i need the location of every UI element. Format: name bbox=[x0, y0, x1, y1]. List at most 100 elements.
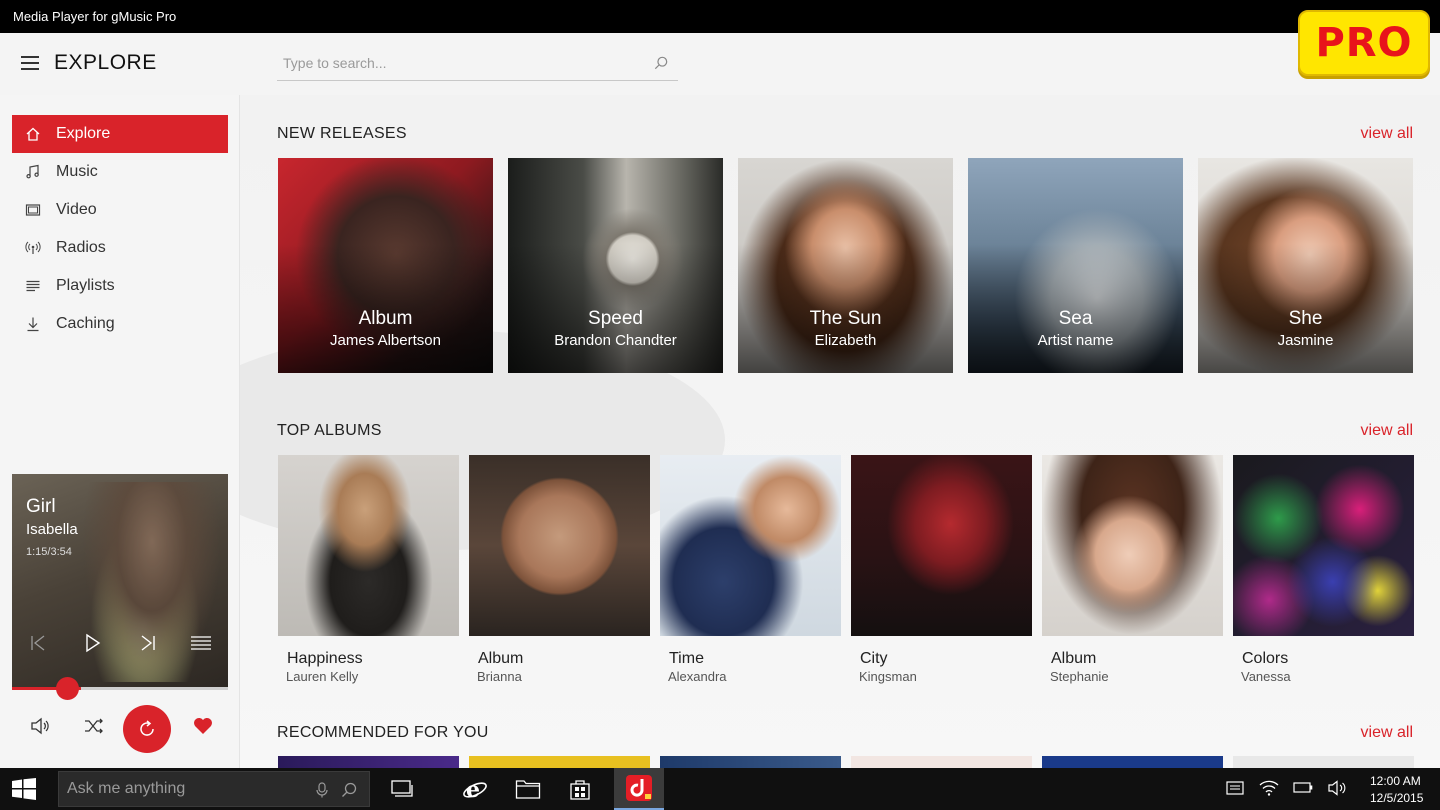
album-cover[interactable] bbox=[1233, 455, 1414, 636]
microphone-icon[interactable] bbox=[315, 782, 329, 798]
store-button[interactable] bbox=[567, 776, 593, 802]
wifi-icon bbox=[1259, 780, 1279, 796]
section-title-recommended: RECOMMENDED FOR YOU bbox=[277, 724, 489, 741]
new-release-tile[interactable]: The Sun Elizabeth bbox=[738, 158, 953, 373]
sidebar-item-explore[interactable]: Explore bbox=[12, 115, 228, 153]
skip-previous-icon bbox=[31, 635, 45, 651]
album-artist: Stephanie bbox=[1050, 669, 1109, 684]
page-title: EXPLORE bbox=[54, 51, 157, 74]
internet-explorer-icon: e bbox=[463, 777, 487, 802]
sidebar-item-radios[interactable]: Radios bbox=[12, 229, 228, 267]
now-playing-title: Girl bbox=[26, 496, 56, 517]
next-button[interactable] bbox=[137, 632, 159, 654]
home-icon bbox=[24, 125, 42, 143]
search-icon[interactable] bbox=[341, 782, 357, 798]
file-explorer-button[interactable] bbox=[515, 776, 541, 802]
section-title-new-releases: NEW RELEASES bbox=[277, 125, 407, 142]
sidebar-item-playlists[interactable]: Playlists bbox=[12, 267, 228, 305]
recommended-cover[interactable] bbox=[1233, 756, 1414, 768]
battery-icon bbox=[1293, 782, 1313, 793]
shuffle-icon bbox=[85, 718, 103, 734]
recommended-cover[interactable] bbox=[469, 756, 650, 768]
search-icon[interactable] bbox=[654, 56, 668, 70]
new-release-tile[interactable]: Sea Artist name bbox=[968, 158, 1183, 373]
pro-badge: PRO bbox=[1298, 10, 1430, 76]
playback-progress-bar[interactable] bbox=[12, 687, 228, 690]
favorite-button[interactable] bbox=[189, 712, 217, 740]
recommended-cover[interactable] bbox=[851, 756, 1032, 768]
sidebar-item-label: Playlists bbox=[56, 277, 115, 294]
album-artist: Brianna bbox=[477, 669, 522, 684]
queue-list-icon bbox=[191, 636, 211, 650]
volume-tray-button[interactable] bbox=[1327, 780, 1347, 798]
recommended-cover[interactable] bbox=[1042, 756, 1223, 768]
folder-icon bbox=[515, 780, 541, 799]
speaker-icon bbox=[31, 717, 49, 735]
queue-button[interactable] bbox=[190, 632, 212, 654]
internet-explorer-button[interactable]: e bbox=[462, 776, 488, 802]
album-cover[interactable] bbox=[851, 455, 1032, 636]
new-releases-view-all-link[interactable]: view all bbox=[1361, 125, 1413, 143]
recommended-view-all-link[interactable]: view all bbox=[1361, 724, 1413, 742]
previous-button[interactable] bbox=[27, 632, 49, 654]
search-input[interactable] bbox=[277, 47, 647, 79]
window-title: Media Player for gMusic Pro bbox=[13, 9, 177, 24]
new-release-artist: Brandon Chandter bbox=[554, 332, 677, 349]
album-artist: Kingsman bbox=[859, 669, 917, 684]
sidebar-item-label: Video bbox=[56, 201, 97, 218]
sidebar-item-video[interactable]: Video bbox=[12, 191, 228, 229]
new-release-tile[interactable]: Speed Brandon Chandter bbox=[508, 158, 723, 373]
battery-button[interactable] bbox=[1293, 780, 1313, 798]
cortana-search-box[interactable]: Ask me anything bbox=[58, 771, 370, 807]
album-title: Happiness bbox=[287, 650, 363, 667]
now-playing-card[interactable]: Girl Isabella 1:15/3:54 bbox=[12, 474, 228, 689]
shuffle-button[interactable] bbox=[80, 712, 108, 740]
sidebar-item-label: Radios bbox=[56, 239, 106, 256]
album-title: Album bbox=[478, 650, 524, 667]
task-view-button[interactable] bbox=[389, 776, 415, 802]
taskbar-clock-time[interactable]: 12:00 AM bbox=[1370, 774, 1421, 788]
album-cover[interactable] bbox=[1042, 455, 1223, 636]
gmusic-app-taskbar-button[interactable] bbox=[614, 768, 664, 810]
windows-taskbar: Ask me anything e 12:00 AM 12/5/2015 bbox=[0, 768, 1440, 810]
album-title: City bbox=[860, 650, 888, 667]
new-release-artist: Artist name bbox=[1037, 332, 1114, 349]
svg-text:e: e bbox=[466, 777, 480, 802]
album-cover[interactable] bbox=[278, 455, 459, 636]
main-content: NEW RELEASES view all Album James Albert… bbox=[240, 95, 1440, 768]
recommended-cover[interactable] bbox=[278, 756, 459, 768]
new-release-title: Album bbox=[358, 308, 413, 329]
action-center-button[interactable] bbox=[1226, 780, 1246, 798]
sidebar-item-label: Caching bbox=[56, 315, 115, 332]
top-albums-view-all-link[interactable]: view all bbox=[1361, 422, 1413, 440]
speaker-icon bbox=[1328, 780, 1346, 796]
hamburger-menu-button[interactable] bbox=[21, 56, 39, 70]
repeat-icon bbox=[140, 720, 154, 736]
notification-icon bbox=[1226, 781, 1244, 795]
new-release-artist: Elizabeth bbox=[814, 332, 877, 349]
now-playing-time: 1:15/3:54 bbox=[26, 546, 72, 558]
sidebar-item-caching[interactable]: Caching bbox=[12, 305, 228, 343]
volume-button[interactable] bbox=[26, 712, 54, 740]
window-title-bar: Media Player for gMusic Pro bbox=[0, 0, 1440, 33]
new-release-tile[interactable]: She Jasmine bbox=[1198, 158, 1413, 373]
windows-start-button[interactable] bbox=[12, 778, 36, 800]
sidebar-item-music[interactable]: Music bbox=[12, 153, 228, 191]
new-release-tile[interactable]: Album James Albertson bbox=[278, 158, 493, 373]
play-button[interactable] bbox=[81, 632, 103, 654]
section-title-top-albums: TOP ALBUMS bbox=[277, 422, 382, 439]
playback-seek-handle[interactable] bbox=[56, 677, 79, 700]
cortana-placeholder: Ask me anything bbox=[67, 780, 186, 797]
album-artist: Alexandra bbox=[668, 669, 727, 684]
album-cover[interactable] bbox=[469, 455, 650, 636]
windows-logo-icon bbox=[12, 778, 36, 800]
new-release-title: The Sun bbox=[809, 308, 882, 329]
gmusic-app-icon bbox=[626, 775, 652, 801]
album-cover[interactable] bbox=[660, 455, 841, 636]
recommended-cover[interactable] bbox=[660, 756, 841, 768]
taskbar-clock-date[interactable]: 12/5/2015 bbox=[1370, 791, 1423, 805]
network-button[interactable] bbox=[1259, 780, 1279, 798]
repeat-button[interactable] bbox=[123, 705, 171, 753]
play-icon bbox=[86, 633, 101, 653]
album-title: Time bbox=[669, 650, 704, 667]
